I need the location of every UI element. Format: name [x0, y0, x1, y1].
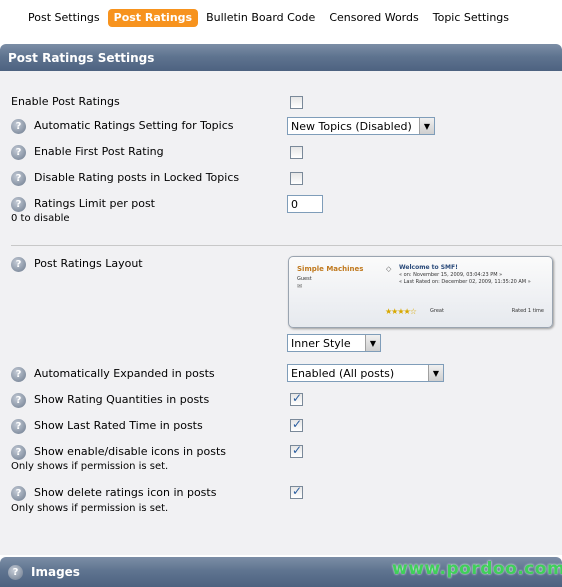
setting-layout: ? Post Ratings Layout [11, 257, 143, 272]
section-title: Post Ratings Settings [8, 50, 155, 65]
section-header: Post Ratings Settings [0, 44, 562, 71]
divider [11, 245, 562, 246]
setting-last-rated: ? Show Last Rated Time in posts [11, 419, 203, 434]
setting-limit: ? Ratings Limit per post [11, 197, 155, 212]
quantities-label: Show Rating Quantities in posts [34, 393, 210, 406]
enable-ratings-label: Enable Post Ratings [11, 95, 120, 108]
star-rating-icon: ★★★★☆ [385, 307, 417, 316]
last-rated-checkbox[interactable] [290, 417, 303, 432]
setting-quantities: ? Show Rating Quantities in posts [11, 393, 209, 408]
setting-delete-icon: ? Show delete ratings icon in posts [11, 486, 216, 501]
tab-censored-words[interactable]: Censored Words [323, 9, 424, 27]
enable-ratings-checkbox[interactable] [290, 96, 303, 109]
layout-preview: Simple Machines Guest ✉ ◇ Welcome to SMF… [288, 256, 553, 328]
locked-label: Disable Rating posts in Locked Topics [34, 171, 240, 184]
help-icon[interactable]: ? [11, 419, 26, 434]
tab-post-settings[interactable]: Post Settings [22, 9, 106, 27]
enable-icons-label: Show enable/disable icons in posts [34, 445, 227, 458]
envelope-icon: ✉ [297, 283, 303, 290]
layout-value: Inner Style [291, 336, 351, 350]
preview-post-date: « on: November 15, 2009, 03:04:23 PM » [399, 272, 503, 278]
watermark: www.pordoo.com [392, 559, 562, 579]
expanded-label: Automatically Expanded in posts [34, 367, 215, 380]
preview-rated-count: Rated 1 time [511, 308, 544, 314]
expanded-value: Enabled (All posts) [291, 366, 395, 380]
enable-icons-checkbox[interactable] [290, 443, 303, 458]
images-section-title: Images [31, 565, 80, 579]
help-icon[interactable]: ? [11, 145, 26, 160]
layout-label: Post Ratings Layout [34, 257, 143, 270]
chevron-down-icon: ▼ [365, 335, 380, 351]
help-icon[interactable]: ? [11, 197, 26, 212]
limit-label: Ratings Limit per post [34, 197, 155, 210]
chevron-down-icon: ▼ [428, 365, 443, 381]
setting-enable-ratings: Enable Post Ratings [11, 95, 120, 109]
layout-select[interactable]: Inner Style ▼ [287, 334, 381, 352]
preview-guest: Guest [297, 276, 312, 282]
last-rated-label: Show Last Rated Time in posts [34, 419, 203, 432]
delete-icon-subtext: Only shows if permission is set. [11, 503, 169, 514]
delete-icon-checkbox[interactable] [290, 484, 303, 499]
help-icon[interactable]: ? [11, 445, 26, 460]
delete-icon-label: Show delete ratings icon in posts [34, 486, 217, 499]
limit-input[interactable]: 0 [287, 195, 323, 213]
enable-icons-subtext: Only shows if permission is set. [11, 461, 169, 472]
chevron-down-icon: ▼ [419, 118, 434, 134]
auto-setting-value: New Topics (Disabled) [291, 119, 412, 133]
auto-setting-label: Automatic Ratings Setting for Topics [34, 119, 234, 132]
help-icon[interactable]: ? [11, 171, 26, 186]
setting-auto: ? Automatic Ratings Setting for Topics [11, 119, 234, 134]
setting-locked: ? Disable Rating posts in Locked Topics [11, 171, 239, 186]
preview-post-title: Welcome to SMF! [399, 264, 458, 271]
tab-topic-settings[interactable]: Topic Settings [427, 9, 515, 27]
help-icon[interactable]: ? [11, 119, 26, 134]
tab-post-ratings[interactable]: Post Ratings [107, 9, 199, 27]
preview-last-rated: « Last Rated on: December 02, 2009, 11:3… [399, 279, 531, 285]
setting-expanded: ? Automatically Expanded in posts [11, 367, 215, 382]
quantities-checkbox[interactable] [290, 391, 303, 406]
setting-first-post: ? Enable First Post Rating [11, 145, 164, 160]
preview-site-name: Simple Machines [297, 265, 364, 273]
auto-setting-select[interactable]: New Topics (Disabled) ▼ [287, 117, 435, 135]
limit-subtext: 0 to disable [11, 213, 70, 224]
help-icon[interactable]: ? [11, 367, 26, 382]
help-icon[interactable]: ? [11, 393, 26, 408]
help-icon[interactable]: ? [8, 564, 23, 580]
settings-tabs: Post Settings Post Ratings Bulletin Boar… [22, 8, 517, 28]
help-icon[interactable]: ? [11, 257, 26, 272]
tab-bulletin-board-code[interactable]: Bulletin Board Code [200, 9, 321, 27]
first-post-checkbox[interactable] [290, 146, 303, 159]
locked-checkbox[interactable] [290, 172, 303, 185]
first-post-label: Enable First Post Rating [34, 145, 164, 158]
setting-enable-icons: ? Show enable/disable icons in posts [11, 445, 226, 460]
help-icon[interactable]: ? [11, 486, 26, 501]
post-arrow-icon: ◇ [386, 265, 392, 273]
preview-rating-word: Great [430, 308, 444, 314]
expanded-select[interactable]: Enabled (All posts) ▼ [287, 364, 444, 382]
limit-value: 0 [291, 197, 298, 211]
